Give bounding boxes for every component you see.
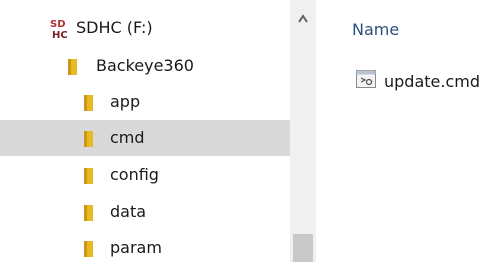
- tree-item-backeye360[interactable]: Backeye360: [0, 48, 290, 84]
- folder-icon: [68, 59, 77, 75]
- sd-card-icon: SD HC: [50, 19, 68, 41]
- folder-icon: [84, 95, 93, 111]
- scroll-up-button[interactable]: [290, 0, 316, 36]
- file-name-label: update.cmd: [384, 72, 480, 91]
- column-header-name[interactable]: Name: [352, 20, 399, 39]
- cmd-file-icon: [356, 70, 376, 88]
- tree-item-label: Backeye360: [96, 56, 194, 75]
- folder-icon: [84, 205, 93, 221]
- drive-label: SDHC (F:): [76, 18, 153, 37]
- tree-item-app[interactable]: app: [0, 84, 290, 120]
- folder-icon: [84, 131, 93, 147]
- tree-item-data[interactable]: data: [0, 194, 290, 230]
- tree-item-label: app: [110, 92, 141, 111]
- file-list-pane: Name update.cmd: [316, 0, 501, 262]
- tree-item-sdhc-drive[interactable]: SD HC SDHC (F:): [0, 10, 290, 46]
- chevron-up-icon: [298, 14, 308, 23]
- file-item-update-cmd[interactable]: update.cmd: [352, 64, 501, 100]
- tree-item-label: config: [110, 165, 159, 184]
- tree-item-param[interactable]: param: [0, 230, 290, 266]
- tree-item-config[interactable]: config: [0, 157, 290, 193]
- tree-item-label: data: [110, 202, 147, 221]
- navigation-scrollbar[interactable]: [290, 0, 316, 262]
- svg-text:SD: SD: [50, 19, 66, 30]
- navigation-pane: SD HC SDHC (F:) Backeye360 app cmd confi…: [0, 0, 290, 262]
- tree-item-cmd[interactable]: cmd: [0, 120, 290, 156]
- tree-item-label: cmd: [110, 128, 145, 147]
- folder-icon: [84, 241, 93, 257]
- svg-text:HC: HC: [52, 30, 68, 41]
- scrollbar-thumb[interactable]: [293, 234, 313, 262]
- tree-item-label: param: [110, 238, 162, 257]
- folder-icon: [84, 168, 93, 184]
